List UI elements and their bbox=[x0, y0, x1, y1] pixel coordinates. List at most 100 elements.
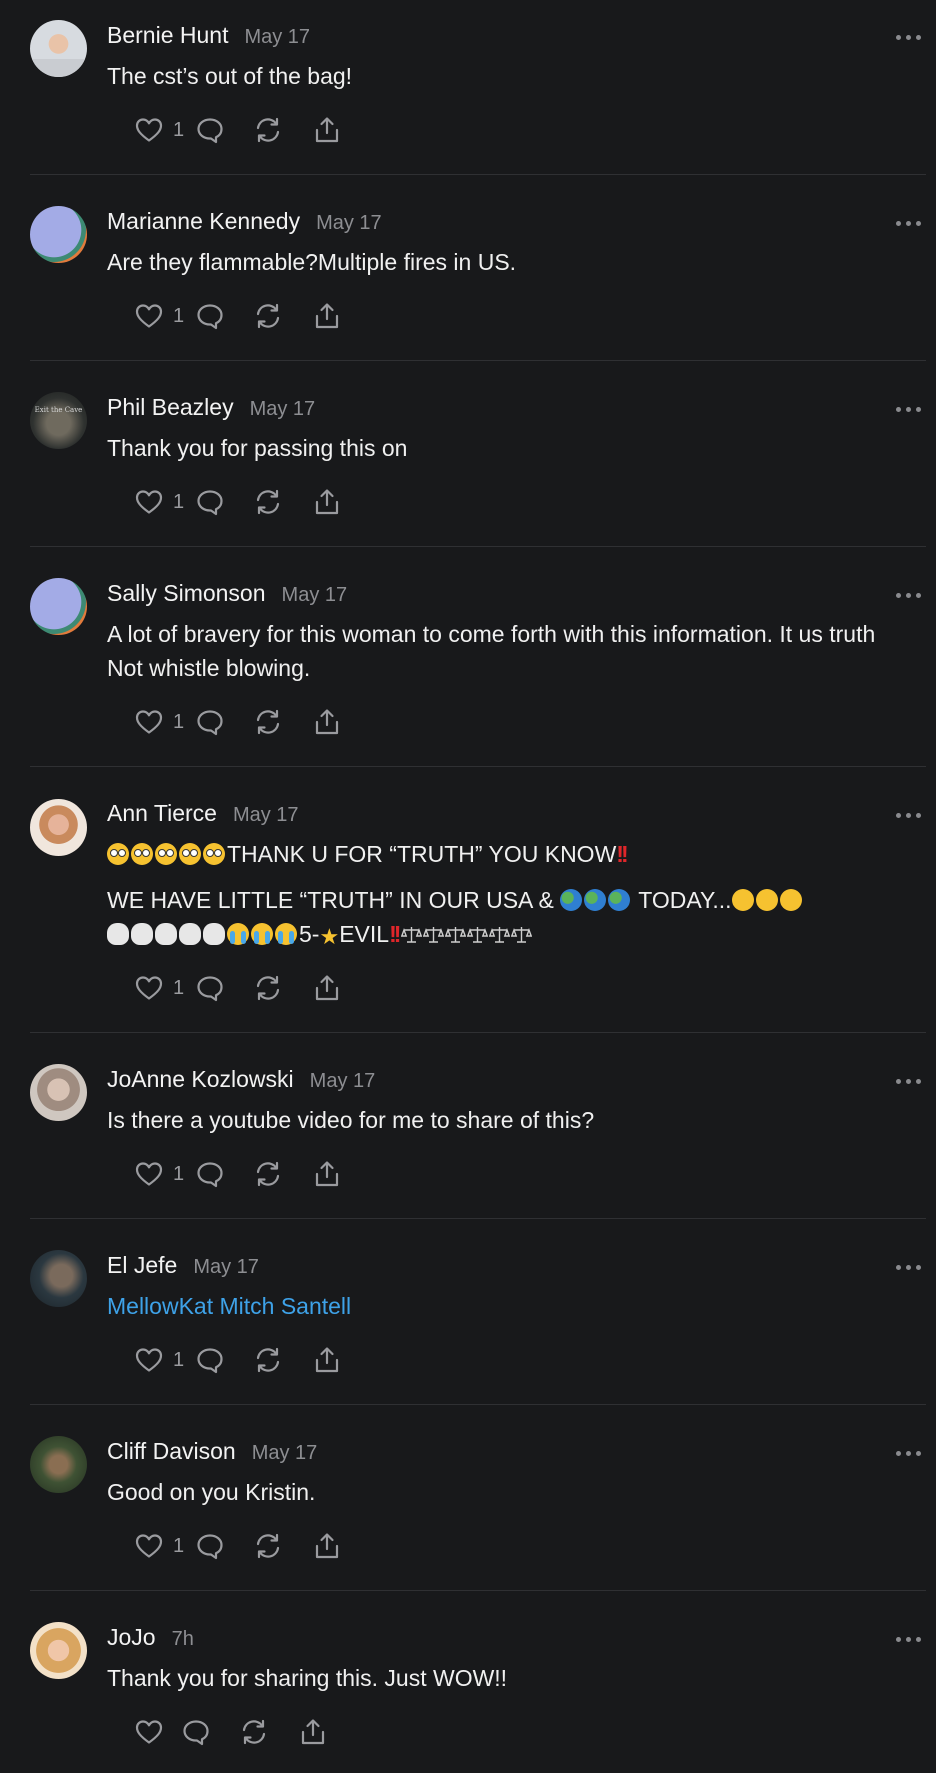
avatar[interactable] bbox=[30, 799, 87, 856]
steam-face-emoji-icon bbox=[755, 889, 778, 911]
more-options-icon[interactable] bbox=[896, 1448, 922, 1458]
more-options-icon[interactable] bbox=[896, 218, 922, 228]
avatar[interactable] bbox=[30, 1250, 87, 1307]
author-name[interactable]: JoJo bbox=[107, 1624, 156, 1651]
flushed-face-emoji-icon bbox=[155, 843, 177, 865]
skull-crossbones-emoji-icon bbox=[155, 923, 177, 945]
author-name[interactable]: Phil Beazley bbox=[107, 394, 234, 421]
like-count: 1 bbox=[173, 976, 185, 999]
balance-scale-emoji-icon bbox=[445, 926, 466, 944]
comment-date[interactable]: May 17 bbox=[233, 804, 299, 827]
more-options-icon[interactable] bbox=[896, 590, 922, 600]
more-options-icon[interactable] bbox=[896, 1076, 922, 1086]
author-name[interactable]: Sally Simonson bbox=[107, 580, 266, 607]
like-count: 1 bbox=[173, 118, 185, 141]
restack-icon bbox=[253, 487, 283, 517]
author-name[interactable]: Bernie Hunt bbox=[107, 22, 228, 49]
like-count: 1 bbox=[173, 1348, 185, 1371]
restack-button[interactable] bbox=[253, 1529, 283, 1563]
comment-date[interactable]: May 17 bbox=[252, 1442, 318, 1465]
avatar[interactable] bbox=[30, 1436, 87, 1493]
reply-button[interactable] bbox=[195, 299, 225, 333]
author-name[interactable]: Marianne Kennedy bbox=[107, 208, 300, 235]
more-options-icon[interactable] bbox=[896, 810, 922, 820]
share-button[interactable] bbox=[312, 705, 342, 739]
share-button[interactable] bbox=[312, 113, 342, 147]
more-options-icon[interactable] bbox=[896, 404, 922, 414]
reply-button[interactable] bbox=[181, 1715, 211, 1749]
like-button[interactable]: 1 bbox=[134, 299, 184, 333]
restack-button[interactable] bbox=[239, 1715, 269, 1749]
mention-link[interactable]: MellowKat Mitch Santell bbox=[107, 1289, 907, 1323]
heart-icon bbox=[134, 115, 164, 145]
share-button[interactable] bbox=[312, 299, 342, 333]
like-button[interactable]: 1 bbox=[134, 113, 184, 147]
comment-bubble-icon bbox=[195, 301, 225, 331]
comment-actions: 1 bbox=[105, 1157, 505, 1191]
avatar[interactable] bbox=[30, 578, 87, 635]
like-button[interactable]: 1 bbox=[134, 1157, 184, 1191]
sobbing-face-emoji-icon bbox=[227, 923, 249, 945]
restack-button[interactable] bbox=[253, 1157, 283, 1191]
more-options-icon[interactable] bbox=[896, 1634, 922, 1644]
like-button[interactable] bbox=[134, 1715, 164, 1749]
restack-button[interactable] bbox=[253, 1343, 283, 1377]
restack-button[interactable] bbox=[253, 705, 283, 739]
comment-date[interactable]: May 17 bbox=[282, 584, 348, 607]
comment-text: Is there a youtube video for me to share… bbox=[107, 1107, 595, 1133]
reply-button[interactable] bbox=[195, 113, 225, 147]
share-button[interactable] bbox=[312, 1157, 342, 1191]
author-name[interactable]: Ann Tierce bbox=[107, 800, 217, 827]
share-button[interactable] bbox=[312, 485, 342, 519]
more-options-icon[interactable] bbox=[896, 1262, 922, 1272]
comment-date[interactable]: May 17 bbox=[193, 1256, 259, 1279]
share-button[interactable] bbox=[312, 1343, 342, 1377]
avatar[interactable] bbox=[30, 1064, 87, 1121]
share-button[interactable] bbox=[312, 1529, 342, 1563]
reply-button[interactable] bbox=[195, 971, 225, 1005]
avatar[interactable]: Exit the Cave bbox=[30, 392, 87, 449]
comment-date[interactable]: May 17 bbox=[250, 398, 316, 421]
author-name[interactable]: El Jefe bbox=[107, 1252, 177, 1279]
restack-button[interactable] bbox=[253, 971, 283, 1005]
globe-emoji-icon bbox=[560, 889, 583, 911]
avatar[interactable] bbox=[30, 1622, 87, 1679]
restack-button[interactable] bbox=[253, 299, 283, 333]
comment-line: WE HAVE LITTLE “TRUTH” IN OUR USA & TODA… bbox=[107, 883, 907, 954]
share-icon bbox=[312, 973, 342, 1003]
share-button[interactable] bbox=[298, 1715, 328, 1749]
author-name[interactable]: JoAnne Kozlowski bbox=[107, 1066, 294, 1093]
like-button[interactable]: 1 bbox=[134, 1529, 184, 1563]
restack-button[interactable] bbox=[253, 113, 283, 147]
comment-item: Marianne Kennedy May 17 Are they flammab… bbox=[30, 175, 926, 361]
comment-date[interactable]: May 17 bbox=[244, 26, 310, 49]
avatar-text: Exit the Cave bbox=[34, 406, 83, 414]
like-button[interactable]: 1 bbox=[134, 485, 184, 519]
avatar[interactable] bbox=[30, 20, 87, 77]
comment-date[interactable]: May 17 bbox=[310, 1070, 376, 1093]
share-button[interactable] bbox=[312, 971, 342, 1005]
like-button[interactable]: 1 bbox=[134, 971, 184, 1005]
reply-button[interactable] bbox=[195, 705, 225, 739]
author-name[interactable]: Cliff Davison bbox=[107, 1438, 236, 1465]
share-icon bbox=[312, 1531, 342, 1561]
reply-button[interactable] bbox=[195, 485, 225, 519]
comment-text-part: WE HAVE LITTLE “TRUTH” IN OUR USA & bbox=[107, 887, 561, 913]
share-icon bbox=[312, 1345, 342, 1375]
comment-date[interactable]: May 17 bbox=[316, 212, 382, 235]
more-options-icon[interactable] bbox=[896, 32, 922, 42]
star-emoji-icon: ★ bbox=[319, 924, 340, 949]
avatar[interactable] bbox=[30, 206, 87, 263]
comment-text-part: TODAY... bbox=[632, 887, 732, 913]
reply-button[interactable] bbox=[195, 1529, 225, 1563]
like-button[interactable]: 1 bbox=[134, 705, 184, 739]
globe-emoji-icon bbox=[608, 889, 631, 911]
reply-button[interactable] bbox=[195, 1343, 225, 1377]
restack-button[interactable] bbox=[253, 485, 283, 519]
comment-text-part: THANK U FOR “TRUTH” YOU KNOW bbox=[227, 841, 617, 867]
heart-icon bbox=[134, 973, 164, 1003]
comment-date[interactable]: 7h bbox=[172, 1628, 194, 1651]
comment-item: Ann Tierce May 17 THANK U FOR “TRUTH” YO… bbox=[30, 767, 926, 1033]
like-button[interactable]: 1 bbox=[134, 1343, 184, 1377]
reply-button[interactable] bbox=[195, 1157, 225, 1191]
